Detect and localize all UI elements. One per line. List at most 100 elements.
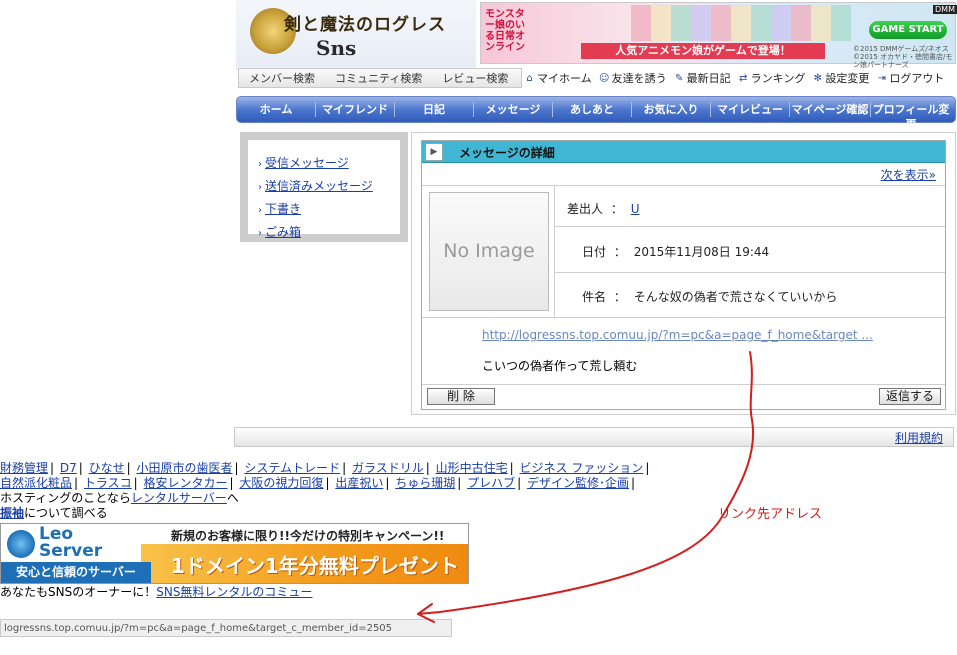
ad-link[interactable]: 大阪の視力回復 — [239, 476, 323, 490]
nav-home[interactable]: ホーム — [237, 102, 316, 117]
divider — [422, 384, 945, 385]
owner-prefix: あなたもSNSのオーナーに！ — [0, 585, 157, 599]
arrow-right-icon: › — [258, 205, 262, 216]
ad-link[interactable]: 小田原市の歯医者 — [137, 461, 233, 475]
furisode-link[interactable]: 振袖 — [0, 506, 24, 520]
leo-promo-text: 1ドメイン1年分無料プレゼント — [171, 554, 459, 578]
ad-link[interactable]: デザイン監修･企画 — [527, 476, 629, 490]
nav-my-review[interactable]: マイレビュー — [711, 102, 790, 117]
toolnav-invite[interactable]: ☺ 友達を誘う — [599, 70, 667, 86]
hosting-prefix: ホスティングのことなら — [0, 491, 131, 505]
comuu-rental-link[interactable]: SNS無料レンタルのコミュー — [156, 585, 312, 599]
field-separator: ： — [610, 202, 623, 216]
leo-name-2: Server — [39, 541, 103, 561]
arrow-right-icon: › — [258, 228, 262, 239]
toolnav-label: ランキング — [750, 72, 806, 85]
footer-bar: 利用規約 — [234, 427, 954, 447]
ad-link[interactable]: プレハブ — [467, 476, 515, 490]
nav-favorites[interactable]: お気に入り — [632, 102, 711, 117]
terms-link[interactable]: 利用規約 — [895, 429, 943, 446]
menu-inbox[interactable]: › 受信メッセージ — [258, 154, 349, 171]
ad-link[interactable]: ガラスドリル — [352, 461, 424, 475]
menu-trash-label[interactable]: ごみ箱 — [265, 225, 301, 239]
toolnav-logout[interactable]: ⇥ ログアウト — [876, 70, 945, 86]
divider — [422, 185, 945, 186]
toolnav-label: マイホーム — [537, 72, 592, 85]
owner-line: あなたもSNSのオーナーに！SNS無料レンタルのコミュー — [0, 583, 312, 600]
subject-label: 件名 — [582, 290, 607, 304]
gear-icon: ✻ — [813, 72, 823, 84]
reply-button[interactable]: 返信する — [879, 388, 941, 405]
toolnav-label: 友達を誘う — [611, 72, 667, 85]
menu-drafts-label[interactable]: 下書き — [265, 202, 301, 216]
nav-my-friend[interactable]: マイフレンド — [316, 102, 395, 117]
ad-link[interactable]: 自然派化粧品 — [0, 476, 72, 490]
search-suffix: について調べる — [24, 506, 108, 520]
nav-message[interactable]: メッセージ — [474, 102, 553, 117]
logout-icon: ⇥ — [877, 72, 887, 84]
subject-row: 件名 ： そんな奴の偽者で荒さなくていいから — [582, 288, 837, 305]
date-row: 日付 ： 2015年11月08日 19:44 — [582, 243, 769, 260]
rental-server-link[interactable]: レンタルサーバー — [131, 491, 227, 505]
message-detail-panel: ▶ メッセージの詳細 次を表示» No Image 差出人 ： U 日付 ： 2… — [421, 140, 946, 410]
menu-sent-label[interactable]: 送信済みメッセージ — [265, 179, 373, 193]
nav-profile-edit[interactable]: プロフィール変更 — [871, 102, 951, 131]
nav-diary[interactable]: 日記 — [395, 102, 474, 117]
menu-drafts[interactable]: › 下書き — [258, 200, 301, 217]
leo-globe-icon — [7, 530, 35, 558]
message-body: こいつの偽者作って荒し頼む — [482, 359, 638, 373]
ad-links: 財務管理 | D7 | ひなせ | 小田原市の歯医者 | システムトレード | ガラスドリ… — [0, 461, 650, 521]
member-search-link[interactable]: メンバー検索 — [239, 70, 325, 86]
banner-copyright: ©2015 DMMゲームズ/ネオス ©2015 オカヤド・徳間書店/モン娘パート… — [853, 45, 953, 69]
leo-logo: Leo Server — [5, 526, 139, 562]
toolnav-latest-diary[interactable]: ✎ 最新日記 — [674, 70, 731, 86]
arrow-right-icon: › — [258, 159, 262, 170]
message-detail-header: ▶ メッセージの詳細 — [422, 141, 945, 163]
ad-link[interactable]: トラスコ — [84, 476, 132, 490]
ad-link[interactable]: ビジネス ファッション — [519, 461, 643, 475]
message-url-link[interactable]: http://logressns.top.comuu.jp/?m=pc&a=pa… — [482, 328, 873, 342]
toolnav-ranking[interactable]: ⇄ ランキング — [738, 70, 806, 86]
refresh-icon: ⇄ — [738, 72, 748, 84]
pencil-icon: ✎ — [674, 72, 684, 84]
game-ad-banner[interactable]: モンスター娘のいる日常オンライン 人気アニメモン娘がゲームで登場！ DMM GA… — [480, 2, 957, 69]
leo-server-banner[interactable]: Leo Server 新規のお客様に限り!!今だけの特別キャンペーン!! 安心と… — [0, 523, 469, 584]
review-search-link[interactable]: レビュー検索 — [432, 70, 518, 86]
menu-sent[interactable]: › 送信済みメッセージ — [258, 177, 373, 194]
banner-strip: 人気アニメモン娘がゲームで登場！ — [581, 43, 825, 59]
banner-title: モンスター娘のいる日常オンライン — [485, 9, 525, 53]
delete-button[interactable]: 削 除 — [427, 388, 495, 405]
toolnav-label: ログアウト — [889, 72, 945, 85]
ad-links-row: 財務管理 | D7 | ひなせ | 小田原市の歯医者 | システムトレード | ガラスドリ… — [0, 461, 650, 475]
ad-link[interactable]: ちゅら珊瑚 — [395, 476, 455, 490]
game-start-button[interactable]: GAME START — [869, 21, 947, 39]
ad-link[interactable]: 格安レンタカー — [144, 476, 228, 490]
sender-link[interactable]: U — [631, 202, 640, 216]
ad-link[interactable]: 財務管理 — [0, 461, 48, 475]
toolnav-myhome[interactable]: ⌂ マイホーム — [524, 70, 592, 86]
ad-link[interactable]: ひなせ — [89, 461, 125, 475]
menu-inbox-label[interactable]: 受信メッセージ — [265, 156, 349, 170]
logo-subtitle: Sns — [316, 36, 357, 60]
sender-row: 差出人 ： U — [567, 200, 639, 217]
play-arrow-icon: ▶ — [425, 143, 443, 161]
ad-link[interactable]: D7 — [60, 461, 77, 475]
toolnav-label: 最新日記 — [686, 72, 731, 85]
sender-label: 差出人 — [567, 202, 604, 216]
site-header: 剣と魔法のログレス Sns モンスター娘のいる日常オンライン 人気アニメモン娘が… — [236, 0, 957, 92]
home-icon: ⌂ — [526, 72, 533, 84]
toolnav-settings[interactable]: ✻ 設定変更 — [812, 70, 870, 86]
site-logo[interactable]: 剣と魔法のログレス Sns — [236, 0, 476, 70]
ad-link[interactable]: システムトレード — [244, 461, 340, 475]
next-message-link[interactable]: 次を表示» — [881, 166, 936, 183]
ad-link[interactable]: 山形中古住宅 — [436, 461, 508, 475]
annotation-label: リンク先アドレス — [718, 507, 823, 522]
divider — [554, 272, 945, 273]
menu-trash[interactable]: › ごみ箱 — [258, 223, 301, 240]
nav-footprints[interactable]: あしあと — [553, 102, 632, 117]
nav-mypage-check[interactable]: マイページ確認 — [790, 102, 871, 117]
ad-link[interactable]: 出産祝い — [335, 476, 383, 490]
arrow-right-icon: › — [258, 182, 262, 193]
community-search-link[interactable]: コミュニティ検索 — [325, 70, 432, 86]
divider — [554, 226, 945, 227]
